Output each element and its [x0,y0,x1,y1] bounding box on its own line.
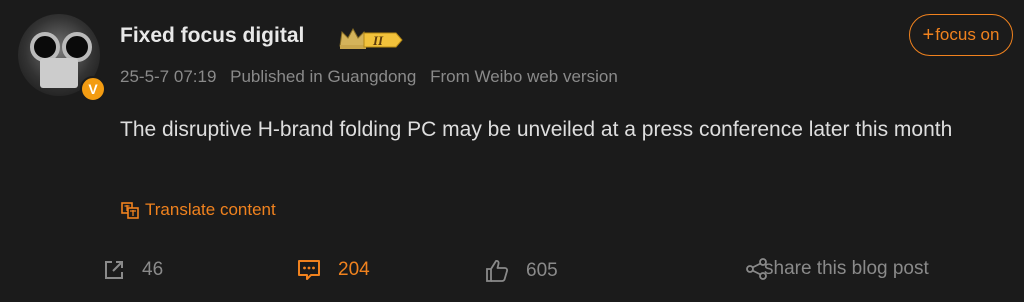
share-label: share this blog post [764,258,929,279]
level-badge-text: II [372,33,384,48]
plus-icon: + [922,23,935,46]
comment-count: 204 [338,259,370,280]
repost-icon [105,261,123,279]
share-icon [746,258,767,280]
like-count: 605 [526,260,558,281]
verified-badge-icon: V [80,76,106,102]
comment-button[interactable]: 204 [296,258,370,282]
post-body: The disruptive H-brand folding PC may be… [120,118,953,141]
post-timestamp[interactable]: 25-5-7 07:19 [120,67,216,86]
action-bar: 46 204 605 share this blog post [0,258,1024,290]
share-button[interactable]: share this blog post [746,258,929,280]
like-icon [486,260,509,282]
crown-icon[interactable]: II [338,26,404,50]
follow-button-label: focus on [935,25,1000,44]
translate-button[interactable]: Translate content [120,200,276,220]
repost-button[interactable]: 46 [102,258,163,282]
repost-count: 46 [142,259,164,280]
post-meta: 25-5-7 07:19 Published in Guangdong From… [120,67,627,87]
camera-body [40,58,78,88]
comment-icon [298,260,320,280]
follow-button[interactable]: + focus on [909,14,1013,56]
translate-label: Translate content [145,200,276,219]
translate-icon [121,202,139,219]
post-source: From Weibo web version [430,67,618,86]
like-button[interactable]: 605 [484,258,558,284]
avatar[interactable]: V [18,14,106,102]
username[interactable]: Fixed focus digital [120,24,304,48]
post-location: Published in Guangdong [230,67,417,86]
